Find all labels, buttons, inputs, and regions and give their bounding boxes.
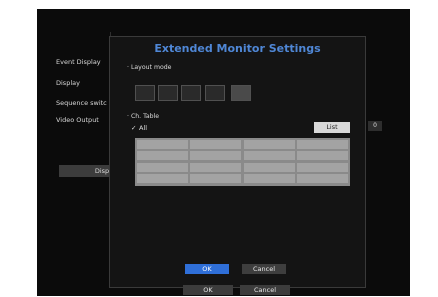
layout-mode-text: Layout mode: [130, 64, 172, 71]
layout-option-2[interactable]: [158, 85, 178, 101]
background-cancel-button[interactable]: Cancel: [240, 285, 290, 295]
channel-cell[interactable]: [297, 151, 348, 160]
background-small-button[interactable]: 0: [368, 121, 382, 131]
layout-option-3[interactable]: [181, 85, 201, 101]
channel-cell[interactable]: [137, 151, 188, 160]
channel-cell[interactable]: [244, 163, 295, 172]
layout-option-5[interactable]: [231, 85, 251, 101]
layout-mode-label: · Layout mode: [127, 64, 172, 71]
ch-table-label: · Ch. Table: [127, 113, 159, 120]
channel-cell[interactable]: [190, 163, 241, 172]
ch-table-text: Ch. Table: [130, 113, 160, 120]
channel-table: [135, 138, 350, 186]
channel-cell[interactable]: [137, 163, 188, 172]
sidebar-item-display[interactable]: Display: [56, 79, 80, 87]
channel-cell[interactable]: [244, 174, 295, 183]
sidebar-item-sequence-switch[interactable]: Sequence switc: [56, 99, 107, 107]
channel-cell[interactable]: [190, 151, 241, 160]
list-button[interactable]: List: [314, 122, 350, 133]
channel-cell[interactable]: [297, 174, 348, 183]
channel-cell[interactable]: [190, 140, 241, 149]
channel-cell[interactable]: [137, 140, 188, 149]
background-display-button[interactable]: Displ: [59, 165, 113, 177]
ok-button[interactable]: OK: [185, 264, 229, 274]
layout-option-1[interactable]: [135, 85, 155, 101]
channel-cell[interactable]: [190, 174, 241, 183]
background-ok-button[interactable]: OK: [183, 285, 233, 295]
extended-monitor-settings-dialog: Extended Monitor Settings · Layout mode …: [109, 36, 366, 288]
channel-cell[interactable]: [297, 140, 348, 149]
all-checkbox-label[interactable]: All: [139, 124, 147, 132]
sidebar-item-event-display[interactable]: Event Display: [56, 58, 101, 66]
layout-option-4[interactable]: [205, 85, 225, 101]
sidebar-item-video-output[interactable]: Video Output: [56, 116, 99, 124]
cancel-button[interactable]: Cancel: [242, 264, 286, 274]
channel-cell[interactable]: [244, 151, 295, 160]
channel-cell[interactable]: [297, 163, 348, 172]
channel-cell[interactable]: [244, 140, 295, 149]
checkmark-icon[interactable]: ✓: [131, 124, 136, 132]
channel-cell[interactable]: [137, 174, 188, 183]
dialog-title: Extended Monitor Settings: [154, 42, 321, 55]
